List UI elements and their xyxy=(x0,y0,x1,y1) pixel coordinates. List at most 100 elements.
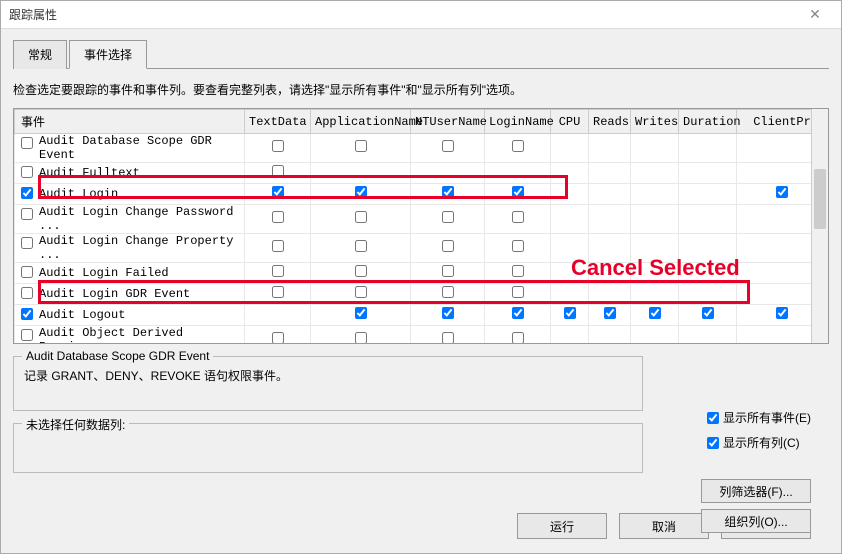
cell-checkbox-container[interactable] xyxy=(411,205,485,234)
cell-checkbox-container[interactable] xyxy=(411,284,485,305)
cell-checkbox-container[interactable] xyxy=(631,134,679,163)
cell-checkbox[interactable] xyxy=(355,286,367,298)
cell-checkbox-container[interactable] xyxy=(485,305,551,326)
cell-checkbox-container[interactable] xyxy=(311,163,411,184)
cell-checkbox-container[interactable] xyxy=(245,184,311,205)
close-icon[interactable]: ✕ xyxy=(797,6,833,23)
cell-checkbox-container[interactable] xyxy=(589,284,631,305)
cell-checkbox-container[interactable] xyxy=(311,234,411,263)
cell-checkbox-container[interactable] xyxy=(589,163,631,184)
cell-checkbox-container[interactable] xyxy=(679,263,737,284)
cell-checkbox[interactable] xyxy=(512,140,524,152)
cell-checkbox-container[interactable] xyxy=(411,326,485,345)
cell-checkbox[interactable] xyxy=(512,186,524,198)
event-name-cell[interactable]: Audit Logout xyxy=(15,305,245,326)
cell-checkbox-container[interactable] xyxy=(589,134,631,163)
table-row[interactable]: Audit Login Change Property ... xyxy=(15,234,828,263)
cell-checkbox[interactable] xyxy=(272,265,284,277)
cell-checkbox-container[interactable] xyxy=(245,163,311,184)
col-appname[interactable]: ApplicationName xyxy=(311,110,411,134)
cell-checkbox-container[interactable] xyxy=(679,163,737,184)
cell-checkbox-container[interactable] xyxy=(551,284,589,305)
cell-checkbox[interactable] xyxy=(564,307,576,319)
cell-checkbox[interactable] xyxy=(649,307,661,319)
cell-checkbox-container[interactable] xyxy=(679,184,737,205)
table-row[interactable]: Audit Login GDR Event xyxy=(15,284,828,305)
cell-checkbox-container[interactable] xyxy=(631,205,679,234)
cell-checkbox[interactable] xyxy=(355,211,367,223)
cell-checkbox-container[interactable] xyxy=(485,326,551,345)
cell-checkbox-container[interactable] xyxy=(311,184,411,205)
table-row[interactable]: Audit Logout xyxy=(15,305,828,326)
cell-checkbox-container[interactable] xyxy=(485,163,551,184)
cell-checkbox-container[interactable] xyxy=(485,284,551,305)
cell-checkbox-container[interactable] xyxy=(679,234,737,263)
cell-checkbox-container[interactable] xyxy=(551,326,589,345)
cell-checkbox[interactable] xyxy=(604,307,616,319)
cell-checkbox[interactable] xyxy=(272,186,284,198)
cell-checkbox-container[interactable] xyxy=(679,305,737,326)
row-checkbox[interactable] xyxy=(21,208,33,220)
table-row[interactable]: Audit Login Change Password ... xyxy=(15,205,828,234)
col-loginname[interactable]: LoginName xyxy=(485,110,551,134)
show-all-events-checkbox[interactable] xyxy=(707,412,719,424)
cell-checkbox-container[interactable] xyxy=(245,326,311,345)
row-checkbox[interactable] xyxy=(21,166,33,178)
cell-checkbox-container[interactable] xyxy=(245,263,311,284)
cell-checkbox[interactable] xyxy=(776,186,788,198)
cell-checkbox[interactable] xyxy=(272,140,284,152)
cell-checkbox-container[interactable] xyxy=(411,134,485,163)
cell-checkbox-container[interactable] xyxy=(679,284,737,305)
scroll-thumb[interactable] xyxy=(814,169,826,229)
cell-checkbox-container[interactable] xyxy=(245,284,311,305)
cell-checkbox[interactable] xyxy=(272,332,284,344)
col-textdata[interactable]: TextData xyxy=(245,110,311,134)
cell-checkbox-container[interactable] xyxy=(631,263,679,284)
event-name-cell[interactable]: Audit Login xyxy=(15,184,245,205)
col-cpu[interactable]: CPU xyxy=(551,110,589,134)
cell-checkbox[interactable] xyxy=(272,165,284,177)
cell-checkbox[interactable] xyxy=(512,286,524,298)
col-reads[interactable]: Reads xyxy=(589,110,631,134)
table-row[interactable]: Audit Database Scope GDR Event xyxy=(15,134,828,163)
cell-checkbox-container[interactable] xyxy=(631,234,679,263)
row-checkbox[interactable] xyxy=(21,266,33,278)
cell-checkbox[interactable] xyxy=(272,286,284,298)
cell-checkbox-container[interactable] xyxy=(311,263,411,284)
row-checkbox[interactable] xyxy=(21,329,33,341)
cell-checkbox-container[interactable] xyxy=(311,284,411,305)
event-name-cell[interactable]: Audit Login Change Password ... xyxy=(15,205,245,234)
cell-checkbox-container[interactable] xyxy=(551,163,589,184)
cell-checkbox-container[interactable] xyxy=(589,326,631,345)
cell-checkbox-container[interactable] xyxy=(411,263,485,284)
cell-checkbox-container[interactable] xyxy=(631,326,679,345)
cell-checkbox[interactable] xyxy=(442,332,454,344)
cell-checkbox-container[interactable] xyxy=(411,305,485,326)
cell-checkbox-container[interactable] xyxy=(631,305,679,326)
cell-checkbox-container[interactable] xyxy=(245,305,311,326)
cell-checkbox[interactable] xyxy=(512,332,524,344)
cell-checkbox-container[interactable] xyxy=(589,234,631,263)
cell-checkbox[interactable] xyxy=(355,332,367,344)
cell-checkbox-container[interactable] xyxy=(485,263,551,284)
cell-checkbox[interactable] xyxy=(512,265,524,277)
cell-checkbox-container[interactable] xyxy=(589,205,631,234)
cell-checkbox[interactable] xyxy=(702,307,714,319)
event-name-cell[interactable]: Audit Login GDR Event xyxy=(15,284,245,305)
cell-checkbox-container[interactable] xyxy=(311,205,411,234)
cell-checkbox-container[interactable] xyxy=(589,305,631,326)
cell-checkbox[interactable] xyxy=(442,140,454,152)
col-writes[interactable]: Writes xyxy=(631,110,679,134)
cell-checkbox[interactable] xyxy=(355,186,367,198)
vertical-scrollbar[interactable] xyxy=(811,109,828,343)
organize-columns-button[interactable]: 组织列(O)... xyxy=(701,509,811,533)
cell-checkbox-container[interactable] xyxy=(589,263,631,284)
table-row[interactable]: Audit Login xyxy=(15,184,828,205)
cell-checkbox-container[interactable] xyxy=(245,205,311,234)
cell-checkbox-container[interactable] xyxy=(679,134,737,163)
cell-checkbox[interactable] xyxy=(776,307,788,319)
cell-checkbox-container[interactable] xyxy=(551,184,589,205)
cell-checkbox[interactable] xyxy=(512,211,524,223)
cell-checkbox[interactable] xyxy=(442,211,454,223)
table-row[interactable]: Audit Login Failed xyxy=(15,263,828,284)
